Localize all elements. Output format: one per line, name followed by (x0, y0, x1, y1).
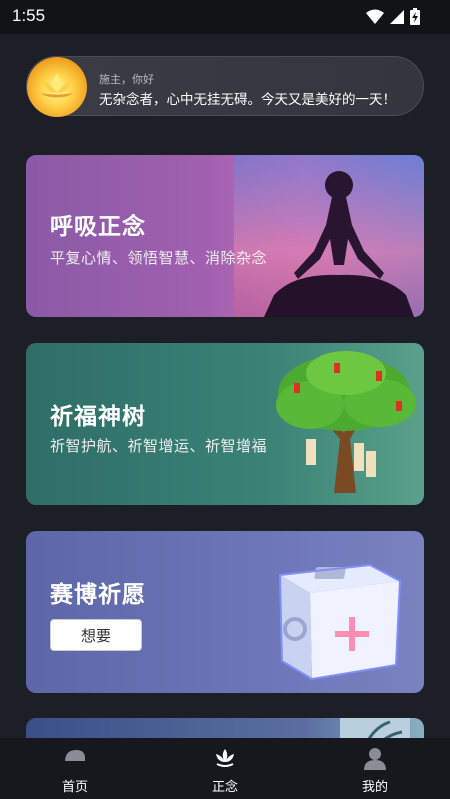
wifi-icon (366, 9, 384, 24)
nav-mindfulness-label: 正念 (211, 780, 238, 795)
helmet-home-icon (65, 750, 87, 763)
status-time: 1:55 (12, 6, 46, 25)
want-button[interactable]: 想要 (50, 619, 142, 651)
nav-home[interactable]: 首页 (30, 746, 120, 795)
gift-box-icon (278, 563, 402, 681)
nav-mindfulness[interactable]: 正念 (180, 746, 270, 795)
greeting-message: 无杂念者，心中无挂无碍。今天又是美好的一天！ (99, 92, 396, 108)
greeting-banner: 施主，你好 无杂念者，心中无挂无碍。今天又是美好的一天！ (26, 56, 424, 117)
wishing-tree-card[interactable]: 祈福神树 祈智护航、祈智增运、祈智增福 (26, 343, 424, 505)
cyber-wish-card[interactable]: 赛博祈愿 想要 (26, 531, 424, 693)
nav-home-label: 首页 (61, 780, 88, 795)
breathing-title: 呼吸正念 (50, 214, 146, 240)
wishing-tree-desc: 祈智护航、祈智增运、祈智增福 (50, 437, 268, 455)
breathing-desc: 平复心情、领悟智慧、消除杂念 (50, 249, 268, 267)
nav-profile[interactable]: 我的 (330, 746, 420, 795)
wishing-tree-icon (276, 351, 416, 493)
user-icon (364, 748, 386, 770)
breathing-card[interactable]: 呼吸正念 平复心情、领悟智慧、消除杂念 (26, 155, 424, 317)
signal-icon (390, 9, 404, 24)
wishing-tree-title: 祈福神树 (50, 404, 146, 430)
status-icons (366, 8, 420, 25)
meditation-figure-icon (234, 155, 424, 317)
cyber-wish-title: 赛博祈愿 (50, 582, 146, 608)
lotus-avatar (27, 57, 87, 117)
lotus-icon (41, 73, 73, 98)
lotus-nav-icon (216, 749, 234, 767)
bottom-nav: 首页 正念 我的 (0, 738, 450, 799)
battery-icon (410, 8, 420, 25)
status-bar: 1:55 (0, 0, 450, 34)
greeting-subtitle: 施主，你好 (99, 73, 154, 86)
nav-profile-label: 我的 (361, 780, 388, 795)
